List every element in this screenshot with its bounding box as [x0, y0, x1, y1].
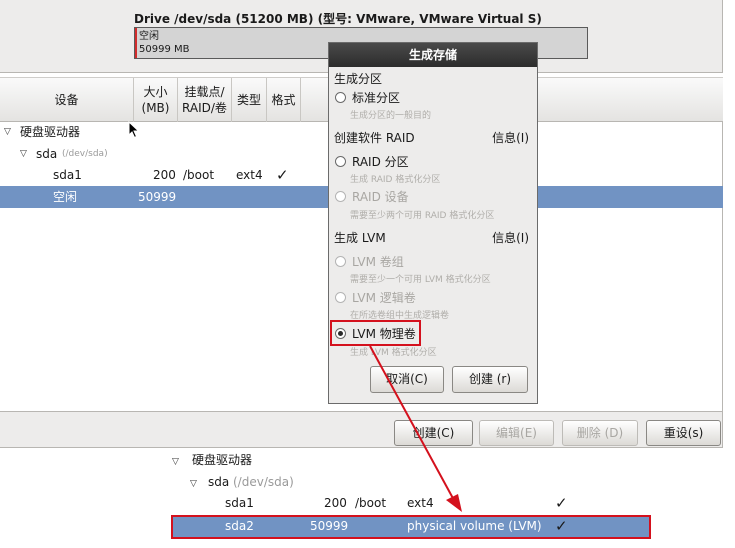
desc-lvm-vg: 需要至少一个可用 LVM 格式化分区	[350, 275, 491, 285]
cell-size: 200	[153, 168, 176, 182]
delete-button[interactable]: 删除 (D)	[562, 420, 638, 446]
column-format[interactable]: 格式	[267, 78, 301, 122]
column-type-label: 类型	[236, 93, 261, 107]
result-label-sda: sda	[208, 475, 230, 489]
radio-lvm-logical-volume[interactable]: LVM 逻辑卷	[335, 288, 416, 306]
radio-icon[interactable]	[335, 155, 346, 167]
radio-lvm-vg-label: LVM 卷组	[352, 254, 404, 269]
info-lvm-button[interactable]: 信息(I)	[492, 229, 529, 246]
radio-lvm-physical-volume[interactable]: LVM 物理卷	[335, 324, 416, 342]
check-icon: ✓	[555, 494, 568, 512]
column-format-label: 格式	[271, 93, 296, 107]
cell-type: ext4	[236, 168, 263, 182]
section-create-lvm: 生成 LVM	[334, 231, 386, 245]
mouse-cursor-icon	[128, 121, 140, 139]
radio-lvm-lv-label: LVM 逻辑卷	[352, 290, 416, 305]
result-cell-type: ext4	[407, 496, 434, 510]
info-raid-button[interactable]: 信息(I)	[492, 129, 529, 146]
cell-mount: /boot	[183, 168, 215, 182]
dialog-title: 生成存储	[329, 43, 537, 67]
radio-standard-partition[interactable]: 标准分区	[335, 88, 400, 106]
column-size-label-2: (MB)	[141, 101, 170, 115]
desc-lvm-pv: 生成 LVM 格式化分区	[350, 348, 437, 358]
column-mount[interactable]: 挂载点/RAID/卷	[178, 78, 232, 122]
column-device-label: 设备	[54, 93, 79, 107]
tree-label-hard-drives: 硬盘驱动器	[20, 125, 81, 139]
radio-raid-partition-label: RAID 分区	[352, 154, 409, 169]
tree-label-sda: sda	[36, 147, 58, 161]
expander-down-icon[interactable]: ▽	[20, 143, 27, 165]
radio-standard-label: 标准分区	[352, 90, 401, 105]
boot-partition-mark	[135, 28, 137, 58]
edit-button[interactable]: 编辑(E)	[479, 420, 554, 446]
cell-device: sda1	[53, 168, 82, 182]
column-mount-label-2: RAID/卷	[182, 101, 227, 115]
drive-title: Drive /dev/sda (51200 MB) (型号: VMware, V…	[134, 12, 542, 26]
desc-raid-device: 需要至少两个可用 RAID 格式化分区	[350, 211, 495, 221]
column-mount-label-1: 挂载点/	[184, 85, 225, 99]
expander-down-icon[interactable]: ▽	[190, 472, 197, 492]
result-cell-device: sda1	[225, 496, 254, 510]
section-create-partition: 生成分区	[334, 72, 383, 86]
expander-down-icon[interactable]: ▽	[4, 121, 11, 143]
desc-standard: 生成分区的一般目的	[350, 111, 432, 121]
result-cell-device: sda2	[225, 519, 254, 533]
drive-free-label: 空闲	[139, 31, 159, 42]
section-software-raid: 创建软件 RAID	[334, 131, 415, 145]
radio-raid-device-label: RAID 设备	[352, 189, 409, 204]
radio-lvm-pv-label: LVM 物理卷	[352, 326, 416, 341]
check-icon: ✓	[276, 166, 289, 184]
dialog-cancel-button[interactable]: 取消(C)	[370, 366, 444, 393]
reset-button[interactable]: 重设(s)	[646, 420, 721, 446]
result-cell-type: physical volume (LVM)	[407, 519, 542, 533]
expander-down-icon[interactable]: ▽	[172, 450, 179, 470]
result-label-sda-path: (/dev/sda)	[233, 475, 294, 489]
create-button[interactable]: 创建(C)	[394, 420, 473, 446]
radio-icon[interactable]	[335, 91, 346, 103]
button-bar: 创建(C) 编辑(E) 删除 (D) 重设(s)	[0, 411, 723, 448]
tree-label-sda-path: (/dev/sda)	[62, 149, 108, 159]
result-cell-mount: /boot	[355, 496, 387, 510]
drive-free-size: 50999 MB	[139, 44, 190, 55]
create-storage-dialog: 生成存储 生成分区 标准分区 生成分区的一般目的 创建软件 RAID 信息(I)…	[328, 42, 538, 404]
radio-checked-icon[interactable]	[335, 327, 346, 339]
radio-lvm-volume-group[interactable]: LVM 卷组	[335, 252, 404, 270]
result-cell-size: 50999	[310, 519, 349, 533]
result-cell-size: 200	[324, 496, 347, 510]
check-icon: ✓	[555, 517, 568, 535]
radio-raid-device[interactable]: RAID 设备	[335, 187, 409, 205]
result-tree: ▽ 硬盘驱动器 ▽ sda (/dev/sda) sda1 200 /boot …	[0, 448, 735, 548]
radio-raid-partition[interactable]: RAID 分区	[335, 152, 409, 170]
column-size[interactable]: 大小 (MB)	[134, 78, 178, 122]
radio-icon[interactable]	[335, 291, 346, 303]
column-type[interactable]: 类型	[232, 78, 267, 122]
column-device[interactable]: 设备	[0, 78, 134, 122]
cell-size: 50999	[138, 190, 177, 204]
cell-device: 空闲	[53, 190, 78, 204]
column-size-label-1: 大小	[143, 85, 168, 99]
radio-icon[interactable]	[335, 255, 346, 267]
desc-raid-partition: 生成 RAID 格式化分区	[350, 175, 441, 185]
radio-icon[interactable]	[335, 190, 346, 202]
dialog-create-button[interactable]: 创建 (r)	[452, 366, 528, 393]
result-label-hard-drives: 硬盘驱动器	[192, 453, 253, 467]
